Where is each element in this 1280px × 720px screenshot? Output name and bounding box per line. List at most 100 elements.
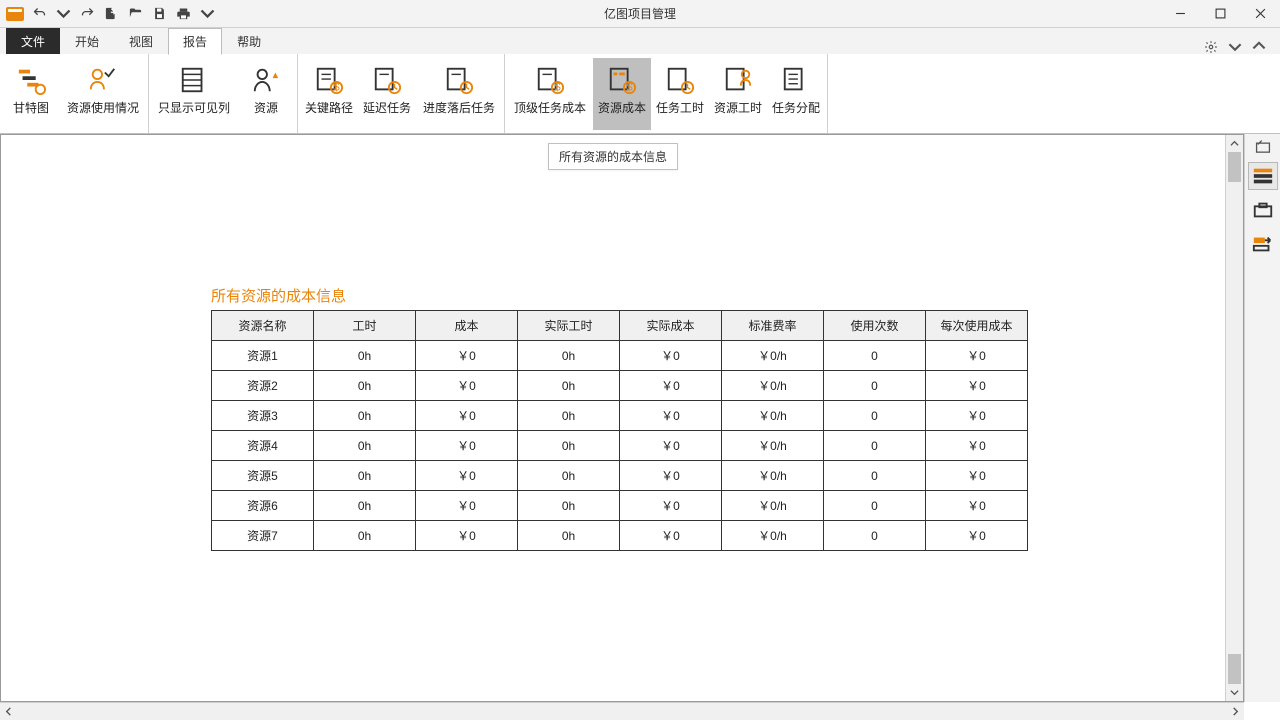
table-cell: 0h	[518, 461, 620, 491]
ribbon-visible-columns[interactable]: 只显示可见列	[151, 58, 237, 130]
table-header-cell: 标准费率	[722, 311, 824, 341]
maximize-button[interactable]	[1200, 0, 1240, 28]
table-cell: ￥0	[926, 521, 1028, 551]
menu-bar: 文件 开始 视图 报告 帮助	[0, 28, 1280, 54]
print-button[interactable]	[174, 5, 192, 23]
table-row: 资源50h￥00h￥0￥0/h0￥0	[212, 461, 1028, 491]
table-cell: ￥0	[926, 431, 1028, 461]
table-cell: 0h	[518, 401, 620, 431]
table-cell: 资源2	[212, 371, 314, 401]
critical-path-icon: $	[313, 64, 345, 96]
ribbon-resources[interactable]: 资源	[237, 58, 295, 130]
table-cell: ￥0	[620, 461, 722, 491]
resource-usage-icon	[87, 64, 119, 96]
ribbon-behind-schedule[interactable]: 进度落后任务	[416, 58, 502, 130]
top-task-cost-icon: $	[534, 64, 566, 96]
menu-view[interactable]: 视图	[114, 28, 168, 54]
table-cell: ￥0	[620, 401, 722, 431]
table-cell: 0	[824, 341, 926, 371]
table-cell: ￥0	[416, 521, 518, 551]
table-row: 资源20h￥00h￥0￥0/h0￥0	[212, 371, 1028, 401]
table-cell: ￥0	[416, 371, 518, 401]
table-cell: ￥0	[926, 491, 1028, 521]
undo-button[interactable]	[30, 5, 48, 23]
window-controls	[1160, 0, 1280, 28]
ribbon-behind-schedule-label: 进度落后任务	[423, 102, 495, 115]
menu-report[interactable]: 报告	[168, 28, 222, 55]
table-header-cell: 成本	[416, 311, 518, 341]
window-title: 亿图项目管理	[604, 5, 676, 22]
panel-tab-2[interactable]	[1248, 196, 1278, 224]
horizontal-scrollbar[interactable]	[0, 702, 1244, 720]
scroll-down-icon[interactable]	[1226, 684, 1243, 701]
ribbon-resource-usage[interactable]: 资源使用情况	[60, 58, 146, 130]
scroll-thumb[interactable]	[1228, 152, 1241, 182]
table-row: 资源30h￥00h￥0￥0/h0￥0	[212, 401, 1028, 431]
ribbon-resource-hours[interactable]: 资源工时	[709, 58, 767, 130]
settings-caret-icon[interactable]	[1228, 40, 1242, 54]
export-button[interactable]	[102, 5, 120, 23]
menu-start[interactable]: 开始	[60, 28, 114, 54]
ribbon-critical-path-label: 关键路径	[305, 102, 353, 115]
app-icon	[6, 7, 24, 21]
ribbon-task-alloc[interactable]: 任务分配	[767, 58, 825, 130]
table-header-cell: 使用次数	[824, 311, 926, 341]
redo-button[interactable]	[78, 5, 96, 23]
table-cell: ￥0/h	[722, 401, 824, 431]
vertical-scrollbar[interactable]	[1225, 135, 1243, 701]
ribbon-group-2: 只显示可见列 资源	[149, 54, 298, 133]
scroll-up-icon[interactable]	[1226, 135, 1243, 152]
table-cell: ￥0	[416, 491, 518, 521]
svg-text:$: $	[626, 81, 633, 93]
ribbon-visible-columns-label: 只显示可见列	[158, 102, 230, 115]
panel-collapse-icon[interactable]	[1254, 138, 1272, 156]
ribbon-critical-path[interactable]: $ 关键路径	[300, 58, 358, 130]
table-cell: ￥0	[620, 521, 722, 551]
ribbon-task-hours[interactable]: 任务工时	[651, 58, 709, 130]
svg-text:$: $	[554, 81, 561, 93]
ribbon-gantt[interactable]: 甘特图	[2, 58, 60, 130]
canvas-area: 所有资源的成本信息 所有资源的成本信息 资源名称工时成本实际工时实际成本标准费率…	[1, 135, 1225, 701]
table-cell: ￥0/h	[722, 341, 824, 371]
menu-help[interactable]: 帮助	[222, 28, 276, 54]
workspace: 所有资源的成本信息 所有资源的成本信息 资源名称工时成本实际工时实际成本标准费率…	[0, 134, 1244, 702]
table-cell: 0h	[518, 341, 620, 371]
table-cell: 资源7	[212, 521, 314, 551]
minimize-button[interactable]	[1160, 0, 1200, 28]
scroll-right-icon[interactable]	[1227, 703, 1244, 720]
table-cell: ￥0	[926, 371, 1028, 401]
print-dropdown[interactable]	[198, 5, 216, 23]
task-alloc-icon	[780, 64, 812, 96]
settings-icon[interactable]	[1204, 40, 1218, 54]
table-cell: 0h	[518, 491, 620, 521]
table-row: 资源70h￥00h￥0￥0/h0￥0	[212, 521, 1028, 551]
table-cell: 0h	[518, 521, 620, 551]
table-row: 资源60h￥00h￥0￥0/h0￥0	[212, 491, 1028, 521]
ribbon-top-task-cost-label: 顶级任务成本	[514, 102, 586, 115]
resource-hours-icon	[722, 64, 754, 96]
scroll-left-icon[interactable]	[0, 703, 17, 720]
ribbon-top-task-cost[interactable]: $ 顶级任务成本	[507, 58, 593, 130]
collapse-ribbon-icon[interactable]	[1252, 40, 1266, 54]
undo-dropdown[interactable]	[54, 5, 72, 23]
ribbon-resource-cost[interactable]: $ 资源成本	[593, 58, 651, 130]
resources-icon	[250, 64, 282, 96]
gantt-icon	[15, 64, 47, 96]
ribbon: 甘特图 资源使用情况 只显示可见列 资源 $ 关键路径 延迟任务 进度落后任务	[0, 54, 1280, 134]
panel-tab-3[interactable]	[1248, 230, 1278, 258]
ribbon-task-alloc-label: 任务分配	[772, 102, 820, 115]
table-cell: 资源1	[212, 341, 314, 371]
open-button[interactable]	[126, 5, 144, 23]
table-cell: ￥0	[416, 461, 518, 491]
save-button[interactable]	[150, 5, 168, 23]
scroll-thumb[interactable]	[1228, 654, 1241, 684]
ribbon-resource-hours-label: 资源工时	[714, 102, 762, 115]
menu-file[interactable]: 文件	[6, 28, 60, 54]
ribbon-delayed-tasks[interactable]: 延迟任务	[358, 58, 416, 130]
table-cell: 0h	[314, 431, 416, 461]
menubar-right	[1204, 40, 1280, 54]
panel-tab-1[interactable]	[1248, 162, 1278, 190]
table-header-row: 资源名称工时成本实际工时实际成本标准费率使用次数每次使用成本	[212, 311, 1028, 341]
table-body: 资源10h￥00h￥0￥0/h0￥0资源20h￥00h￥0￥0/h0￥0资源30…	[212, 341, 1028, 551]
close-button[interactable]	[1240, 0, 1280, 28]
